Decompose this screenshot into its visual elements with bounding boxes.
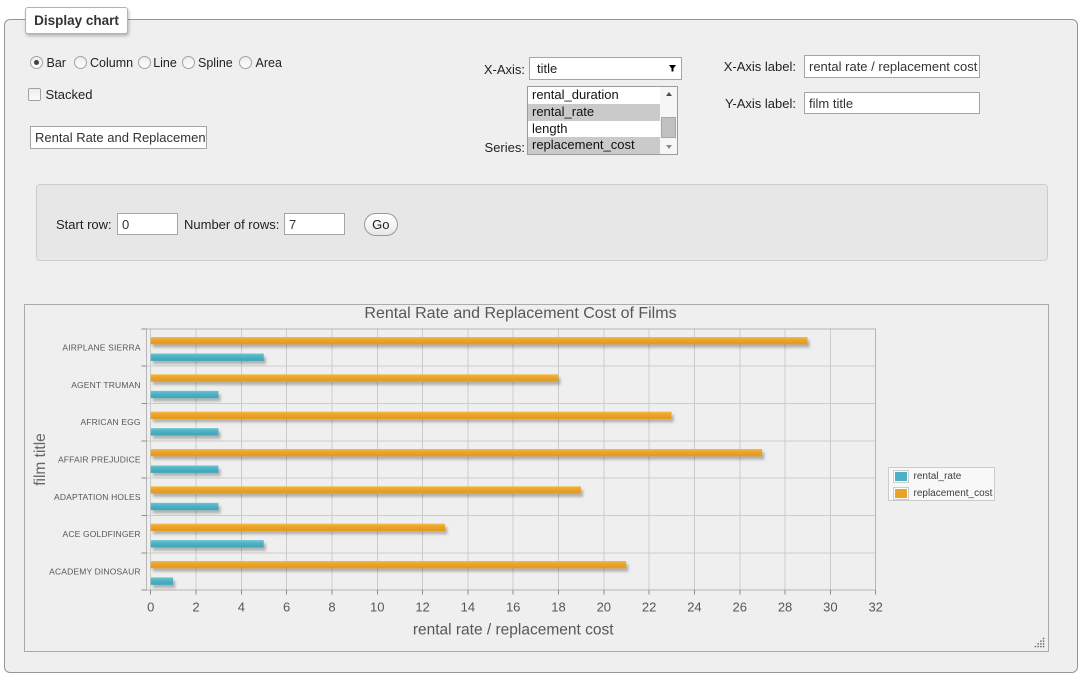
svg-text:AFFAIR PREJUDICE: AFFAIR PREJUDICE: [58, 455, 141, 465]
svg-text:16: 16: [506, 599, 520, 614]
svg-text:32: 32: [868, 599, 882, 614]
svg-text:AGENT TRUMAN: AGENT TRUMAN: [71, 380, 141, 390]
svg-text:28: 28: [778, 599, 792, 614]
svg-text:14: 14: [461, 599, 475, 614]
svg-text:8: 8: [328, 599, 335, 614]
svg-text:22: 22: [642, 599, 656, 614]
svg-text:rental rate / replacement cost: rental rate / replacement cost: [413, 621, 614, 638]
svg-text:film title: film title: [32, 433, 49, 486]
svg-text:ACE GOLDFINGER: ACE GOLDFINGER: [63, 529, 141, 539]
svg-text:4: 4: [238, 599, 245, 614]
svg-text:AFRICAN EGG: AFRICAN EGG: [80, 417, 140, 427]
svg-text:24: 24: [687, 599, 701, 614]
svg-text:2: 2: [192, 599, 199, 614]
svg-text:10: 10: [370, 599, 384, 614]
svg-text:20: 20: [597, 599, 611, 614]
svg-text:18: 18: [551, 599, 565, 614]
svg-text:12: 12: [415, 599, 429, 614]
svg-text:ACADEMY DINOSAUR: ACADEMY DINOSAUR: [49, 567, 141, 577]
svg-text:30: 30: [823, 599, 837, 614]
svg-text:26: 26: [733, 599, 747, 614]
svg-text:0: 0: [147, 599, 154, 614]
svg-text:6: 6: [283, 599, 290, 614]
svg-text:ADAPTATION HOLES: ADAPTATION HOLES: [54, 492, 141, 502]
svg-text:AIRPLANE SIERRA: AIRPLANE SIERRA: [62, 343, 140, 353]
